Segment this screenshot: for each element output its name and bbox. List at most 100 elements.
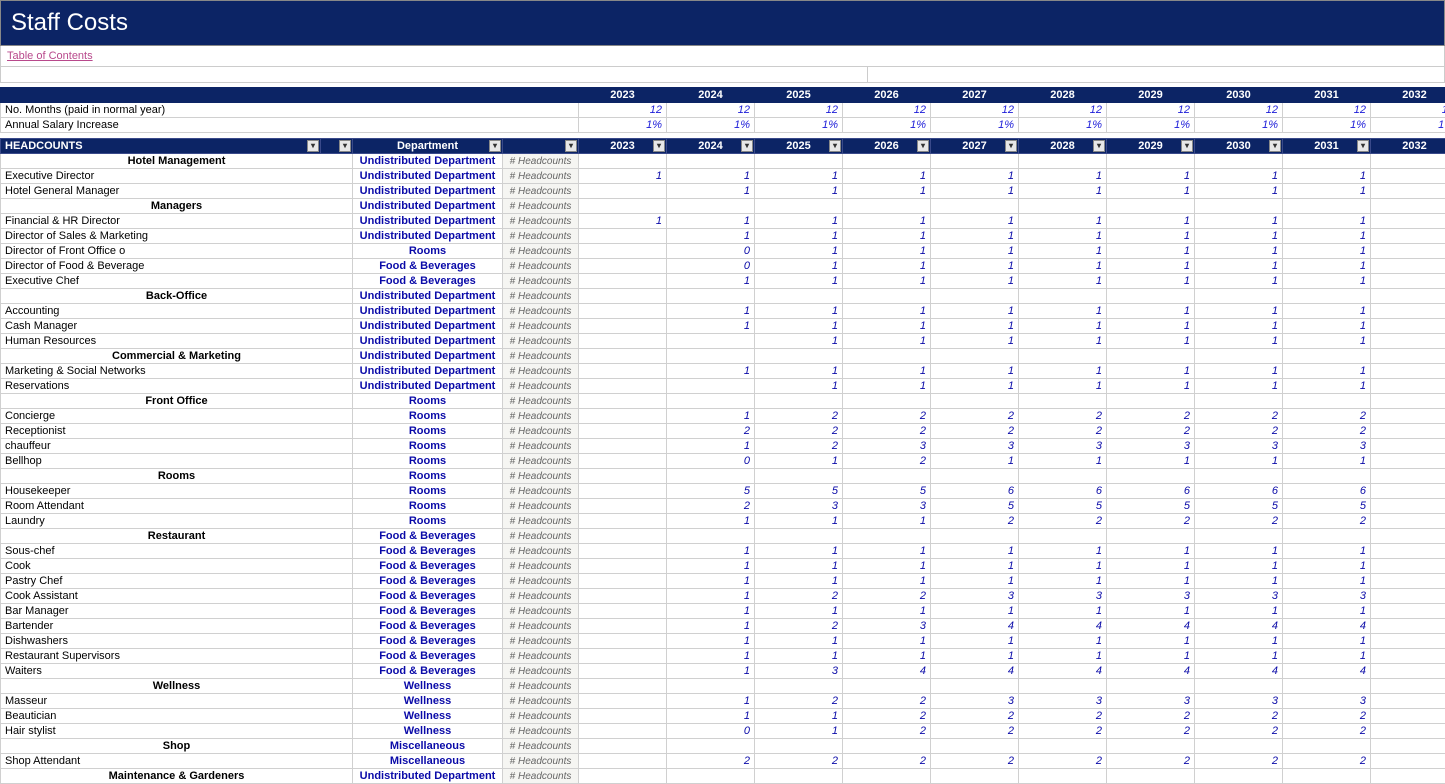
value-cell[interactable]: 1: [931, 634, 1019, 649]
value-cell[interactable]: 2: [1019, 709, 1107, 724]
value-cell[interactable]: 1: [1371, 259, 1445, 274]
value-cell[interactable]: 3: [1371, 589, 1445, 604]
filter-icon[interactable]: ▾: [917, 140, 929, 152]
value-cell[interactable]: [579, 724, 667, 739]
value-cell[interactable]: 1: [667, 559, 755, 574]
value-cell[interactable]: 1: [931, 244, 1019, 259]
value-cell[interactable]: 1: [755, 559, 843, 574]
value-cell[interactable]: 2: [1019, 514, 1107, 529]
value-cell[interactable]: 6: [931, 484, 1019, 499]
value-cell[interactable]: 1: [667, 319, 755, 334]
value-cell[interactable]: [667, 379, 755, 394]
value-cell[interactable]: [579, 424, 667, 439]
value-cell[interactable]: 1: [843, 244, 931, 259]
value-cell[interactable]: 1: [843, 319, 931, 334]
value-cell[interactable]: 1: [755, 544, 843, 559]
value-cell[interactable]: 1: [1107, 574, 1195, 589]
value-cell[interactable]: 6: [1107, 484, 1195, 499]
value-cell[interactable]: 1: [843, 259, 931, 274]
value-cell[interactable]: 1: [843, 214, 931, 229]
value-cell[interactable]: 1: [843, 184, 931, 199]
param-value[interactable]: 12: [667, 103, 755, 118]
value-cell[interactable]: 1: [579, 169, 667, 184]
value-cell[interactable]: 3: [843, 619, 931, 634]
value-cell[interactable]: 1: [1107, 559, 1195, 574]
value-cell[interactable]: 1: [1107, 244, 1195, 259]
value-cell[interactable]: 2: [755, 694, 843, 709]
value-cell[interactable]: 1: [1019, 334, 1107, 349]
value-cell[interactable]: 2: [1195, 754, 1283, 769]
value-cell[interactable]: 2: [667, 754, 755, 769]
value-cell[interactable]: 2: [1371, 424, 1445, 439]
value-cell[interactable]: 1: [1019, 379, 1107, 394]
filter-icon[interactable]: ▾: [1181, 140, 1193, 152]
value-cell[interactable]: 0: [667, 724, 755, 739]
value-cell[interactable]: 2: [931, 709, 1019, 724]
value-cell[interactable]: 1: [1107, 544, 1195, 559]
value-cell[interactable]: 1: [1283, 634, 1371, 649]
value-cell[interactable]: 1: [667, 574, 755, 589]
param-value[interactable]: 12: [579, 103, 667, 118]
value-cell[interactable]: 1: [1283, 184, 1371, 199]
value-cell[interactable]: [579, 439, 667, 454]
filter-icon[interactable]: ▾: [1269, 140, 1281, 152]
value-cell[interactable]: 3: [931, 589, 1019, 604]
value-cell[interactable]: 1: [755, 229, 843, 244]
value-cell[interactable]: 1: [1019, 319, 1107, 334]
value-cell[interactable]: 1: [1107, 214, 1195, 229]
value-cell[interactable]: 1: [1107, 319, 1195, 334]
value-cell[interactable]: 3: [1107, 694, 1195, 709]
value-cell[interactable]: 1: [755, 649, 843, 664]
value-cell[interactable]: 1: [1371, 649, 1445, 664]
value-cell[interactable]: [579, 649, 667, 664]
value-cell[interactable]: 3: [1283, 589, 1371, 604]
value-cell[interactable]: 2: [843, 709, 931, 724]
value-cell[interactable]: 5: [1019, 499, 1107, 514]
filter-icon[interactable]: ▾: [829, 140, 841, 152]
value-cell[interactable]: 0: [667, 259, 755, 274]
value-cell[interactable]: 4: [1195, 664, 1283, 679]
value-cell[interactable]: 3: [1195, 694, 1283, 709]
value-cell[interactable]: 1: [1107, 649, 1195, 664]
value-cell[interactable]: 1: [931, 649, 1019, 664]
value-cell[interactable]: 2: [1107, 724, 1195, 739]
value-cell[interactable]: 2: [931, 754, 1019, 769]
value-cell[interactable]: 1: [667, 409, 755, 424]
value-cell[interactable]: 1: [1283, 364, 1371, 379]
value-cell[interactable]: 1: [1283, 169, 1371, 184]
value-cell[interactable]: 1: [755, 184, 843, 199]
value-cell[interactable]: 1: [931, 334, 1019, 349]
value-cell[interactable]: 2: [843, 454, 931, 469]
param-value[interactable]: 12: [931, 103, 1019, 118]
value-cell[interactable]: 1: [667, 649, 755, 664]
value-cell[interactable]: 1: [1107, 304, 1195, 319]
param-value[interactable]: 12: [1195, 103, 1283, 118]
value-cell[interactable]: [579, 604, 667, 619]
value-cell[interactable]: 1: [667, 229, 755, 244]
value-cell[interactable]: 3: [755, 664, 843, 679]
value-cell[interactable]: 1: [1107, 604, 1195, 619]
param-value[interactable]: 1%: [931, 118, 1019, 133]
value-cell[interactable]: 3: [931, 439, 1019, 454]
value-cell[interactable]: 4: [1019, 664, 1107, 679]
value-cell[interactable]: 1: [1371, 364, 1445, 379]
filter-icon[interactable]: ▾: [1357, 140, 1369, 152]
value-cell[interactable]: [579, 619, 667, 634]
value-cell[interactable]: 3: [843, 439, 931, 454]
value-cell[interactable]: 1: [667, 709, 755, 724]
value-cell[interactable]: 1: [1371, 559, 1445, 574]
value-cell[interactable]: 1: [1283, 379, 1371, 394]
value-cell[interactable]: 1: [843, 379, 931, 394]
value-cell[interactable]: 1: [1195, 574, 1283, 589]
value-cell[interactable]: 1: [1371, 244, 1445, 259]
value-cell[interactable]: 2: [1371, 409, 1445, 424]
value-cell[interactable]: 1: [931, 304, 1019, 319]
value-cell[interactable]: [579, 634, 667, 649]
value-cell[interactable]: 2: [1019, 724, 1107, 739]
param-value[interactable]: 1%: [1371, 118, 1445, 133]
value-cell[interactable]: 1: [755, 724, 843, 739]
value-cell[interactable]: 1: [1019, 634, 1107, 649]
filter-icon[interactable]: ▾: [489, 140, 501, 152]
value-cell[interactable]: 1: [843, 364, 931, 379]
value-cell[interactable]: 1: [755, 244, 843, 259]
